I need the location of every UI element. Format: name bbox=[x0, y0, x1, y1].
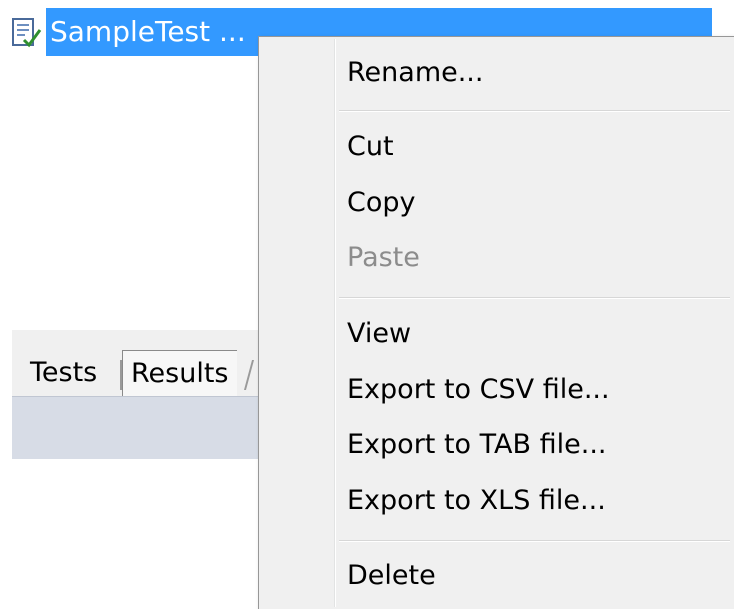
menu-item-view[interactable]: View bbox=[347, 308, 411, 360]
menu-item-rename[interactable]: Rename... bbox=[347, 47, 483, 99]
tab-results[interactable]: Results bbox=[122, 350, 237, 397]
tab-bar: Tests Results bbox=[12, 330, 272, 397]
menu-item-cut[interactable]: Cut bbox=[347, 121, 394, 173]
tab-divider bbox=[243, 360, 255, 390]
menu-separator bbox=[339, 297, 730, 299]
menu-item-export-tab[interactable]: Export to TAB file... bbox=[347, 419, 607, 471]
menu-item-export-csv[interactable]: Export to CSV file... bbox=[347, 364, 610, 416]
menu-item-delete[interactable]: Delete bbox=[347, 550, 436, 602]
menu-item-paste[interactable]: Paste bbox=[347, 232, 420, 284]
menu-item-copy[interactable]: Copy bbox=[347, 177, 416, 229]
toolbar-strip bbox=[12, 396, 272, 459]
menu-item-export-xls[interactable]: Export to XLS file... bbox=[347, 475, 606, 527]
menu-separator bbox=[339, 110, 730, 112]
tab-tests[interactable]: Tests bbox=[22, 350, 105, 396]
menu-icon-gutter bbox=[334, 39, 336, 607]
context-menu: Rename... Cut Copy Paste View Export to … bbox=[258, 36, 734, 609]
test-file-icon bbox=[10, 16, 42, 48]
menu-separator bbox=[339, 540, 730, 542]
app-screen: SampleTest ... Tests Results Rename... C… bbox=[0, 0, 734, 609]
